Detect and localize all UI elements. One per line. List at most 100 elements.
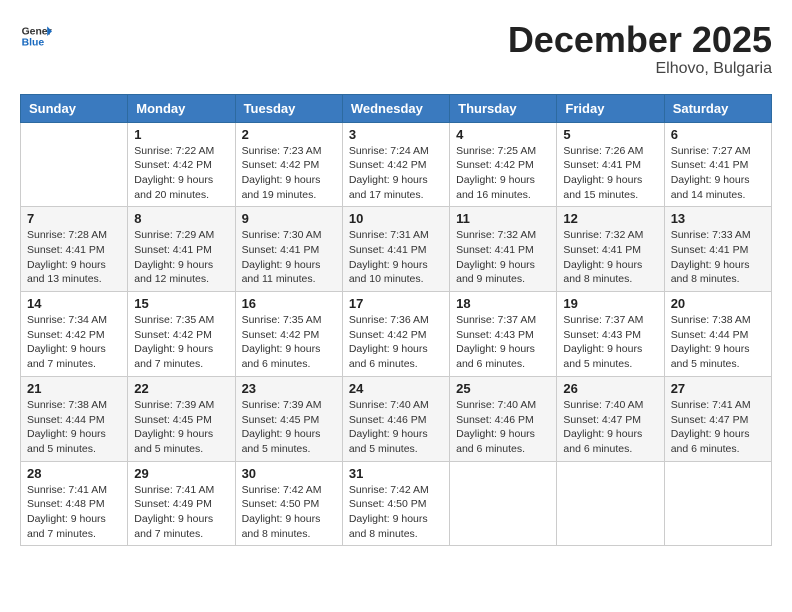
- weekday-header-saturday: Saturday: [664, 94, 771, 122]
- day-cell: [450, 461, 557, 546]
- day-cell: 30 Sunrise: 7:42 AM Sunset: 4:50 PM Dayli…: [235, 461, 342, 546]
- day-number: 22: [134, 381, 228, 396]
- day-cell: 7 Sunrise: 7:28 AM Sunset: 4:41 PM Daylig…: [21, 207, 128, 292]
- month-title: December 2025: [508, 20, 772, 60]
- day-number: 2: [242, 127, 336, 142]
- day-number: 6: [671, 127, 765, 142]
- day-info: Sunrise: 7:41 AM Sunset: 4:48 PM Dayligh…: [27, 483, 121, 542]
- day-number: 12: [563, 211, 657, 226]
- day-cell: 14Sunrise: 7:34 AM Sunset: 4:42 PM Dayli…: [21, 292, 128, 377]
- day-info: Sunrise: 7:36 AM Sunset: 4:42 PM Dayligh…: [349, 313, 443, 372]
- day-cell: 22 Sunrise: 7:39 AM Sunset: 4:45 PM Dayli…: [128, 376, 235, 461]
- day-info: Sunrise: 7:22 AM Sunset: 4:42 PM Dayligh…: [134, 144, 228, 203]
- day-cell: 10 Sunrise: 7:31 AM Sunset: 4:41 PM Dayli…: [342, 207, 449, 292]
- day-cell: 17 Sunrise: 7:36 AM Sunset: 4:42 PM Dayli…: [342, 292, 449, 377]
- day-number: 20: [671, 296, 765, 311]
- day-number: 11: [456, 211, 550, 226]
- day-number: 23: [242, 381, 336, 396]
- week-row-5: 28 Sunrise: 7:41 AM Sunset: 4:48 PM Dayli…: [21, 461, 772, 546]
- day-info: Sunrise: 7:40 AM Sunset: 4:46 PM Dayligh…: [456, 398, 550, 457]
- day-info: Sunrise: 7:42 AM Sunset: 4:50 PM Dayligh…: [242, 483, 336, 542]
- day-info: Sunrise: 7:26 AM Sunset: 4:41 PM Dayligh…: [563, 144, 657, 203]
- day-info: Sunrise: 7:42 AM Sunset: 4:50 PM Dayligh…: [349, 483, 443, 542]
- day-info: Sunrise: 7:38 AM Sunset: 4:44 PM Dayligh…: [27, 398, 121, 457]
- day-cell: 5 Sunrise: 7:26 AM Sunset: 4:41 PM Daylig…: [557, 122, 664, 207]
- day-info: Sunrise: 7:40 AM Sunset: 4:47 PM Dayligh…: [563, 398, 657, 457]
- day-info: Sunrise: 7:34 AM Sunset: 4:42 PM Dayligh…: [27, 313, 121, 372]
- week-row-4: 21 Sunrise: 7:38 AM Sunset: 4:44 PM Dayli…: [21, 376, 772, 461]
- day-number: 27: [671, 381, 765, 396]
- day-info: Sunrise: 7:41 AM Sunset: 4:47 PM Dayligh…: [671, 398, 765, 457]
- weekday-header-friday: Friday: [557, 94, 664, 122]
- day-number: 17: [349, 296, 443, 311]
- header: General Blue December 2025 Elhovo, Bulga…: [20, 20, 772, 78]
- day-info: Sunrise: 7:38 AM Sunset: 4:44 PM Dayligh…: [671, 313, 765, 372]
- weekday-header-wednesday: Wednesday: [342, 94, 449, 122]
- location: Elhovo, Bulgaria: [508, 60, 772, 78]
- day-cell: 4Sunrise: 7:25 AM Sunset: 4:42 PM Daylig…: [450, 122, 557, 207]
- day-cell: 21 Sunrise: 7:38 AM Sunset: 4:44 PM Dayli…: [21, 376, 128, 461]
- day-number: 26: [563, 381, 657, 396]
- day-info: Sunrise: 7:24 AM Sunset: 4:42 PM Dayligh…: [349, 144, 443, 203]
- day-number: 31: [349, 466, 443, 481]
- day-cell: 3 Sunrise: 7:24 AM Sunset: 4:42 PM Daylig…: [342, 122, 449, 207]
- logo: General Blue: [20, 20, 56, 52]
- day-info: Sunrise: 7:35 AM Sunset: 4:42 PM Dayligh…: [242, 313, 336, 372]
- day-cell: 18 Sunrise: 7:37 AM Sunset: 4:43 PM Dayli…: [450, 292, 557, 377]
- day-info: Sunrise: 7:25 AM Sunset: 4:42 PM Dayligh…: [456, 144, 550, 203]
- day-info: Sunrise: 7:37 AM Sunset: 4:43 PM Dayligh…: [563, 313, 657, 372]
- day-cell: 29 Sunrise: 7:41 AM Sunset: 4:49 PM Dayli…: [128, 461, 235, 546]
- day-cell: 8Sunrise: 7:29 AM Sunset: 4:41 PM Daylig…: [128, 207, 235, 292]
- day-cell: 31 Sunrise: 7:42 AM Sunset: 4:50 PM Dayli…: [342, 461, 449, 546]
- week-row-1: 1 Sunrise: 7:22 AM Sunset: 4:42 PM Daylig…: [21, 122, 772, 207]
- day-info: Sunrise: 7:32 AM Sunset: 4:41 PM Dayligh…: [563, 228, 657, 287]
- day-info: Sunrise: 7:37 AM Sunset: 4:43 PM Dayligh…: [456, 313, 550, 372]
- day-cell: 2 Sunrise: 7:23 AM Sunset: 4:42 PM Daylig…: [235, 122, 342, 207]
- svg-text:Blue: Blue: [22, 38, 45, 49]
- week-row-3: 14Sunrise: 7:34 AM Sunset: 4:42 PM Dayli…: [21, 292, 772, 377]
- day-cell: 24 Sunrise: 7:40 AM Sunset: 4:46 PM Dayli…: [342, 376, 449, 461]
- weekday-header-sunday: Sunday: [21, 94, 128, 122]
- day-cell: 28 Sunrise: 7:41 AM Sunset: 4:48 PM Dayli…: [21, 461, 128, 546]
- day-number: 5: [563, 127, 657, 142]
- day-cell: 20 Sunrise: 7:38 AM Sunset: 4:44 PM Dayli…: [664, 292, 771, 377]
- day-number: 15: [134, 296, 228, 311]
- week-row-2: 7 Sunrise: 7:28 AM Sunset: 4:41 PM Daylig…: [21, 207, 772, 292]
- day-cell: [664, 461, 771, 546]
- title-area: December 2025 Elhovo, Bulgaria: [508, 20, 772, 78]
- day-info: Sunrise: 7:23 AM Sunset: 4:42 PM Dayligh…: [242, 144, 336, 203]
- day-number: 30: [242, 466, 336, 481]
- day-number: 28: [27, 466, 121, 481]
- logo-icon: General Blue: [20, 20, 52, 52]
- weekday-header-row: SundayMondayTuesdayWednesdayThursdayFrid…: [21, 94, 772, 122]
- day-info: Sunrise: 7:41 AM Sunset: 4:49 PM Dayligh…: [134, 483, 228, 542]
- day-number: 10: [349, 211, 443, 226]
- day-cell: 27 Sunrise: 7:41 AM Sunset: 4:47 PM Dayli…: [664, 376, 771, 461]
- day-number: 18: [456, 296, 550, 311]
- day-cell: 16 Sunrise: 7:35 AM Sunset: 4:42 PM Dayli…: [235, 292, 342, 377]
- day-cell: [21, 122, 128, 207]
- day-cell: 11 Sunrise: 7:32 AM Sunset: 4:41 PM Dayli…: [450, 207, 557, 292]
- day-number: 7: [27, 211, 121, 226]
- day-info: Sunrise: 7:35 AM Sunset: 4:42 PM Dayligh…: [134, 313, 228, 372]
- day-cell: 23Sunrise: 7:39 AM Sunset: 4:45 PM Dayli…: [235, 376, 342, 461]
- day-cell: 26 Sunrise: 7:40 AM Sunset: 4:47 PM Dayli…: [557, 376, 664, 461]
- day-number: 3: [349, 127, 443, 142]
- day-number: 29: [134, 466, 228, 481]
- day-number: 21: [27, 381, 121, 396]
- day-number: 24: [349, 381, 443, 396]
- day-number: 9: [242, 211, 336, 226]
- day-info: Sunrise: 7:39 AM Sunset: 4:45 PM Dayligh…: [134, 398, 228, 457]
- day-info: Sunrise: 7:33 AM Sunset: 4:41 PM Dayligh…: [671, 228, 765, 287]
- day-info: Sunrise: 7:27 AM Sunset: 4:41 PM Dayligh…: [671, 144, 765, 203]
- weekday-header-monday: Monday: [128, 94, 235, 122]
- day-info: Sunrise: 7:31 AM Sunset: 4:41 PM Dayligh…: [349, 228, 443, 287]
- day-cell: 19Sunrise: 7:37 AM Sunset: 4:43 PM Dayli…: [557, 292, 664, 377]
- day-info: Sunrise: 7:28 AM Sunset: 4:41 PM Dayligh…: [27, 228, 121, 287]
- day-number: 16: [242, 296, 336, 311]
- day-info: Sunrise: 7:32 AM Sunset: 4:41 PM Dayligh…: [456, 228, 550, 287]
- day-info: Sunrise: 7:29 AM Sunset: 4:41 PM Dayligh…: [134, 228, 228, 287]
- weekday-header-thursday: Thursday: [450, 94, 557, 122]
- day-info: Sunrise: 7:40 AM Sunset: 4:46 PM Dayligh…: [349, 398, 443, 457]
- day-number: 1: [134, 127, 228, 142]
